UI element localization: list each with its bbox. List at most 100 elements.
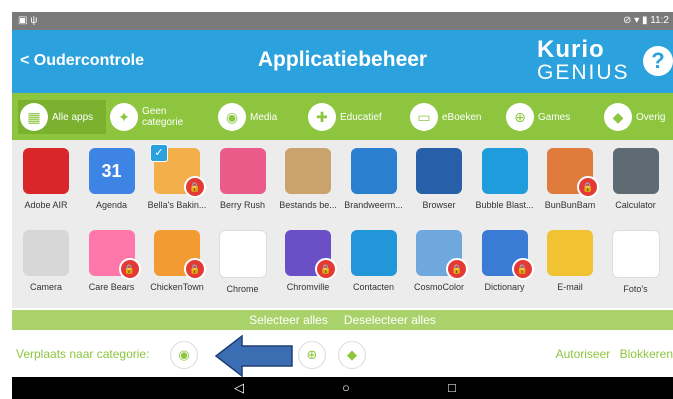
puzzle-icon: ✦ [110, 103, 138, 131]
lock-icon: 🔒 [511, 258, 534, 280]
app-tile[interactable]: 🔒 Chromville [275, 230, 341, 292]
app-name: Foto's [623, 284, 648, 294]
tab-games[interactable]: ⊕ Games [506, 100, 570, 134]
select-all-button[interactable]: Selecteer alles [249, 313, 328, 327]
app-name: Contacten [352, 282, 395, 292]
app-tile[interactable]: 31 Agenda [79, 148, 145, 210]
app-icon: 31 [88, 148, 135, 194]
app-tile[interactable]: 🔒 Dictionary [472, 230, 538, 292]
app-name: Brandweerm... [344, 200, 403, 210]
tag-icon: ◆ [604, 103, 632, 131]
gamepad-icon: ⊕ [306, 347, 318, 362]
move-overig-button[interactable]: ◆ [338, 341, 366, 369]
app-icon: 🔒 [154, 230, 206, 280]
logo-line2: GENIUS [537, 61, 630, 84]
logo-line1: Kurio [537, 36, 605, 63]
deselect-all-button[interactable]: Deselecteer alles [344, 313, 436, 327]
app-name: Bella's Bakin... [147, 200, 207, 210]
move-media-button[interactable]: ◉ [170, 341, 198, 369]
nav-home-button[interactable]: ○ [342, 380, 350, 395]
checkbox-icon[interactable]: ✓ [150, 144, 168, 162]
block-button[interactable]: Blokkeren [620, 347, 673, 361]
app-tile[interactable]: Camera [13, 230, 79, 292]
app-name: E-mail [557, 282, 583, 292]
move-bar: Verplaats naar categorie: ◉ ⊕ ◆ Autorise… [12, 330, 673, 377]
app-icon [218, 230, 267, 278]
app-tile[interactable]: 🔒 BunBunBam [537, 148, 603, 210]
tab-media[interactable]: ◉ Media [218, 100, 277, 134]
app-icon: 🔒 [285, 230, 337, 280]
book-icon: ▭ [410, 103, 438, 131]
app-name: Bestands be... [279, 200, 337, 210]
lock-icon: 🔒 [184, 176, 206, 198]
app-tile[interactable]: Browser [406, 148, 472, 210]
nav-back-button[interactable]: ◁ [234, 380, 244, 396]
app-name: Care Bears [88, 282, 135, 292]
status-bar: ▣ ψ ⊘ ▾ ▮ 11:2 [12, 12, 673, 30]
tab-educatief[interactable]: ✚ Educatief [308, 100, 382, 134]
app-icon [416, 148, 462, 194]
arrow-annotation [214, 334, 293, 378]
lock-icon: 🔒 [184, 258, 206, 280]
app-tile[interactable]: E-mail [537, 230, 603, 292]
app-name: Calculator [615, 200, 656, 210]
app-icon: 🔒 [416, 230, 468, 280]
app-icon [350, 148, 397, 194]
app-name: Chrome [226, 284, 259, 294]
app-tile[interactable]: Foto's [603, 230, 669, 294]
lock-icon: 🔒 [315, 258, 337, 280]
gamepad-icon: ⊕ [506, 103, 534, 131]
app-name: CosmoColor [413, 282, 464, 292]
move-games-button[interactable]: ⊕ [298, 341, 326, 369]
lock-icon: 🔒 [446, 258, 468, 280]
grid-icon: ▦ [20, 103, 48, 131]
app-tile[interactable]: Brandweerm... [341, 148, 407, 210]
app-name: Bubble Blast... [475, 200, 534, 210]
app-icon [350, 230, 397, 276]
app-tile[interactable]: 🔒 ChickenTown [144, 230, 210, 292]
tab-no-category[interactable]: ✦ Geen categorie [110, 100, 202, 134]
app-icon: 🔒 [481, 230, 534, 280]
app-icon [23, 148, 69, 194]
app-tile[interactable]: Contacten [341, 230, 407, 292]
app-name: Agenda [95, 200, 128, 210]
tab-all-apps[interactable]: ▦ Alle apps [18, 100, 106, 134]
app-icon [547, 230, 593, 276]
tab-eboeken[interactable]: ▭ eBoeken [410, 100, 481, 134]
app-tile[interactable]: Bubble Blast... [472, 148, 538, 210]
puzzle-piece-icon: ✚ [308, 103, 336, 131]
status-left: ▣ ψ [18, 15, 38, 26]
category-bar: ▦ Alle apps ✦ Geen categorie ◉ Media ✚ Educa… [12, 93, 673, 140]
app-tile[interactable]: Calculator [603, 148, 669, 210]
app-tile[interactable]: Chrome [210, 230, 276, 294]
app-grid: Adobe AIR 31 Agenda ✓ 🔒 Bella's Bakin... Berry… [12, 140, 673, 308]
eye-icon: ◉ [178, 347, 190, 362]
lock-icon: 🔒 [577, 176, 599, 198]
app-name: ChickenTown [150, 282, 204, 292]
app-icon-glyph: 31 [101, 160, 122, 181]
lock-icon: 🔒 [118, 258, 141, 280]
app-name: Dictionary [484, 282, 525, 292]
app-tile[interactable]: 🔒 Care Bears [79, 230, 145, 292]
app-icon [612, 148, 659, 194]
help-button[interactable]: ? [643, 46, 673, 76]
app-tile[interactable]: 🔒 CosmoColor [406, 230, 472, 292]
status-right: ⊘ ▾ ▮ 11:2 [623, 15, 669, 26]
app-tile[interactable]: ✓ 🔒 Bella's Bakin... [144, 144, 210, 210]
app-name: Chromville [286, 282, 330, 292]
app-icon [219, 148, 266, 194]
tag-icon: ◆ [347, 347, 357, 362]
authorize-button[interactable]: Autoriseer [556, 347, 611, 361]
app-name: Camera [29, 282, 62, 292]
app-name: Berry Rush [219, 200, 265, 210]
app-tile[interactable]: Berry Rush [210, 148, 276, 210]
kurio-logo: Kurio GENIUS [537, 36, 637, 88]
nav-recent-button[interactable]: □ [448, 380, 456, 395]
app-tile[interactable]: Adobe AIR [13, 148, 79, 210]
app-name: Browser [422, 200, 456, 210]
eye-icon: ◉ [218, 103, 246, 131]
app-icon [611, 230, 660, 278]
tab-overig[interactable]: ◆ Overig [604, 100, 665, 134]
app-header: < Oudercontrole Applicatiebeheer Kurio G… [12, 30, 673, 93]
app-tile[interactable]: Bestands be... [275, 148, 341, 210]
